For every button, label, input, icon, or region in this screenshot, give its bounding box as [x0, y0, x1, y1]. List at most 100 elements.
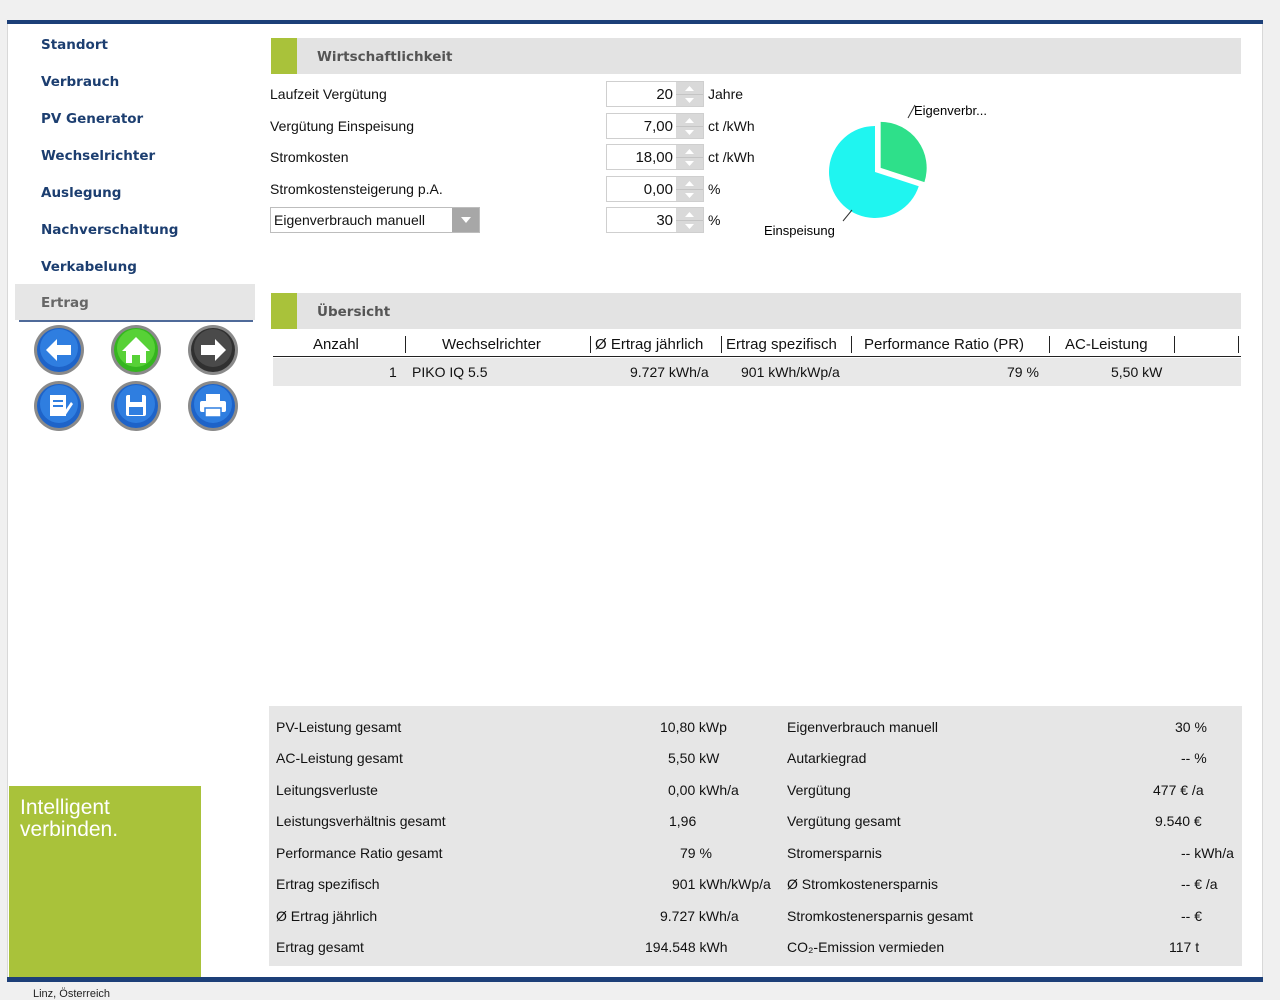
eigenverbrauch-select[interactable]: Eigenverbrauch manuell [270, 207, 480, 233]
back-button[interactable] [33, 324, 85, 376]
bottom-accent-bar [7, 977, 1263, 982]
summary-value: -- kWh/a [1181, 845, 1234, 861]
save-icon [111, 381, 161, 431]
summary-label: CO₂-Emission vermieden [787, 939, 945, 955]
column-separator[interactable] [851, 336, 852, 353]
summary-value: -- € [1181, 908, 1202, 924]
footer-location: Linz, Österreich [33, 988, 111, 1000]
section-header-economy: Wirtschaftlichkeit [271, 38, 1241, 74]
summary-value: -- % [1181, 750, 1207, 766]
nav-item-nachverschaltung[interactable]: Nachverschaltung [41, 222, 178, 238]
section-title: Übersicht [317, 304, 391, 320]
input-value: 0,00 [643, 181, 673, 198]
section-accent [271, 293, 297, 329]
summary-label: Ø Ertrag jährlich [276, 908, 378, 924]
pie-slice-eigenverbrauch [880, 121, 927, 183]
cell-ertrag-jaehrlich: 9.727 kWh/a [630, 364, 709, 380]
label-stromkostensteigerung: Stromkostensteigerung p.A. [270, 181, 443, 197]
nav-item-verbrauch[interactable]: Verbrauch [41, 74, 119, 90]
summary-value: 194.548 kWh [645, 939, 728, 955]
home-icon [111, 325, 161, 375]
table-row[interactable]: 1 PIKO IQ 5.5 9.727 kWh/a 901 kWh/kWp/a … [273, 358, 1241, 386]
column-header-wechselrichter[interactable]: Wechselrichter [442, 336, 541, 353]
column-separator[interactable] [1174, 336, 1175, 353]
summary-label: Autarkiegrad [787, 750, 867, 766]
nav-item-verkabelung[interactable]: Verkabelung [41, 259, 137, 275]
summary-value: 0,00 kWh/a [668, 782, 739, 798]
spinner[interactable] [676, 145, 703, 169]
summary-label: Stromkostenersparnis gesamt [787, 908, 973, 924]
summary-value: 9.727 kWh/a [660, 908, 739, 924]
summary-label: Vergütung [787, 782, 851, 798]
select-value: Eigenverbrauch manuell [274, 212, 425, 228]
spinner[interactable] [676, 208, 703, 232]
spinner[interactable] [676, 114, 703, 138]
summary-value: 9.540 € [1155, 813, 1202, 829]
save-button[interactable] [110, 380, 162, 432]
unit-eigenverbrauch: % [708, 212, 721, 228]
spin-down-icon[interactable] [676, 126, 703, 138]
stromkostensteigerung-input[interactable]: 0,00 [606, 176, 704, 202]
summary-label: Ertrag spezifisch [276, 876, 380, 892]
stromkosten-input[interactable]: 18,00 [606, 144, 704, 170]
column-separator[interactable] [1049, 336, 1050, 353]
summary-value: 117 t [1169, 939, 1200, 955]
nav-item-auslegung[interactable]: Auslegung [41, 185, 121, 201]
pie-leader-line [842, 209, 853, 222]
column-separator[interactable] [405, 336, 406, 353]
input-value: 18,00 [635, 149, 673, 166]
pie-label-eigenverbrauch: Eigenverbr... [914, 103, 987, 118]
input-value: 7,00 [643, 118, 673, 135]
home-button[interactable] [110, 324, 162, 376]
summary-label: PV-Leistung gesamt [276, 719, 402, 735]
summary-panel [269, 706, 1242, 966]
nav-item-ertrag[interactable]: Ertrag [41, 295, 89, 311]
spin-down-icon[interactable] [676, 94, 703, 106]
column-header-ertrag-jaehrlich[interactable]: Ø Ertrag jährlich [595, 336, 703, 353]
section-header-overview: Übersicht [271, 293, 1241, 329]
unit-verguetung: ct /kWh [708, 118, 755, 134]
spinner[interactable] [676, 177, 703, 201]
laufzeit-input[interactable]: 20 [606, 81, 704, 107]
verguetung-input[interactable]: 7,00 [606, 113, 704, 139]
spin-down-icon[interactable] [676, 220, 703, 232]
column-header-ertrag-spezifisch[interactable]: Ertrag spezifisch [726, 336, 837, 353]
column-header-ac-leistung[interactable]: AC-Leistung [1065, 336, 1148, 353]
section-accent [271, 38, 297, 74]
unit-stromkosten: ct /kWh [708, 149, 755, 165]
column-separator[interactable] [590, 336, 591, 353]
forward-button[interactable] [187, 324, 239, 376]
column-header-anzahl[interactable]: Anzahl [313, 336, 359, 353]
edit-button[interactable] [33, 380, 85, 432]
unit-laufzeit: Jahre [708, 86, 744, 102]
summary-value: -- € /a [1181, 876, 1218, 892]
summary-label: Ertrag gesamt [276, 939, 364, 955]
chevron-down-icon[interactable] [452, 208, 479, 232]
summary-value: 5,50 kW [668, 750, 720, 766]
column-header-performance-ratio[interactable]: Performance Ratio (PR) [864, 336, 1024, 353]
summary-label: Performance Ratio gesamt [276, 845, 443, 861]
summary-value: 1,96 [669, 813, 697, 829]
summary-value: 477 € /a [1153, 782, 1204, 798]
unit-stromkostensteigerung: % [708, 181, 721, 197]
label-stromkosten: Stromkosten [270, 149, 349, 165]
edit-document-icon [34, 381, 84, 431]
pie-chart: Eigenverbr... Einspeisung [764, 103, 987, 238]
spin-down-icon[interactable] [676, 189, 703, 201]
summary-value: 79 % [680, 845, 712, 861]
cell-ertrag-spezifisch: 901 kWh/kWp/a [741, 364, 840, 380]
column-separator[interactable] [721, 336, 722, 353]
eigenverbrauch-input[interactable]: 30 [606, 207, 704, 233]
nav-item-pv-generator[interactable]: PV Generator [41, 111, 143, 127]
spinner[interactable] [676, 82, 703, 106]
spin-down-icon[interactable] [676, 157, 703, 169]
nav-item-standort[interactable]: Standort [41, 37, 108, 53]
cell-performance-ratio: 79 % [1007, 364, 1039, 380]
label-laufzeit: Laufzeit Vergütung [270, 86, 387, 102]
print-button[interactable] [187, 380, 239, 432]
arrow-left-icon [34, 325, 84, 375]
input-value: 20 [656, 86, 673, 103]
nav-item-wechselrichter[interactable]: Wechselrichter [41, 148, 155, 164]
cell-wechselrichter: PIKO IQ 5.5 [412, 364, 488, 380]
summary-value: 10,80 kWp [660, 719, 727, 735]
